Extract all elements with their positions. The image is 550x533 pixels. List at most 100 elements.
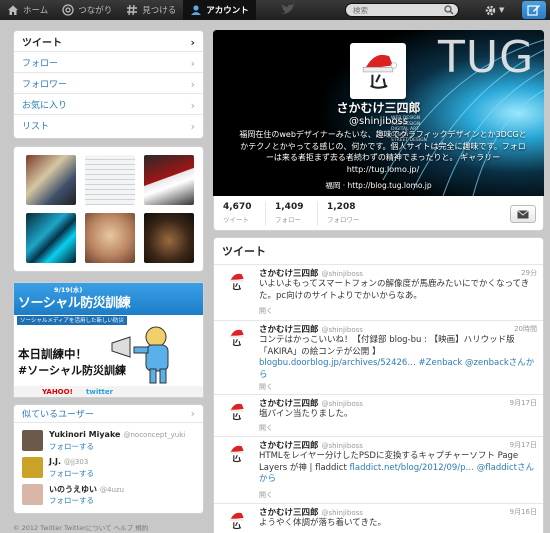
tweet-item[interactable]: さかむけ三四郎 @shinjiboss 9月17日 塩パイン当たりました。 開く xyxy=(214,396,543,437)
divider xyxy=(265,202,266,226)
direct-message-button[interactable] xyxy=(510,205,536,223)
avatar[interactable] xyxy=(224,399,249,424)
home-icon xyxy=(8,5,18,15)
tweet-timestamp[interactable]: 9月16日 xyxy=(510,507,537,517)
tweet-expand-link[interactable]: 開く xyxy=(259,382,273,392)
avatar[interactable] xyxy=(22,430,43,451)
sidebar-item-lists[interactable]: リスト › xyxy=(14,115,203,136)
suggested-user-handle: @jj303 xyxy=(64,458,89,466)
settings-menu[interactable]: ▼ xyxy=(484,2,506,18)
nav-home[interactable]: ホーム xyxy=(0,0,55,20)
photo-thumbnail[interactable] xyxy=(85,155,135,205)
promo-headline: 本日訓練中！ xyxy=(18,347,87,361)
tweet-author-name[interactable]: さかむけ三四郎 xyxy=(259,441,319,451)
tweet-author-name[interactable]: さかむけ三四郎 xyxy=(259,508,319,518)
similar-users-panel: 似ているユーザー › Yukinori Miyake @noconcept_yuki… xyxy=(13,404,204,514)
tweet-author-handle: @shinjiboss xyxy=(321,509,363,517)
photo-thumbnail[interactable] xyxy=(26,155,76,205)
suggested-user-name[interactable]: いのうえゆい xyxy=(49,485,97,494)
stat-tweets[interactable]: 4,670 ツイート xyxy=(223,202,251,224)
envelope-icon xyxy=(517,209,529,218)
avatar[interactable] xyxy=(22,457,43,478)
avatar[interactable] xyxy=(224,325,249,350)
promo-sponsor-strip: YAHOO! twitter xyxy=(14,386,203,397)
twitter-bird-icon[interactable] xyxy=(280,4,296,16)
top-navigation-bar: ホーム つながり 見つける アカウント xyxy=(0,0,550,20)
tweet-link[interactable]: blogbu.doorblog.jp/archives/52426… xyxy=(259,358,416,368)
stat-label: ツイート xyxy=(223,216,249,224)
profile-bio: 福岡在住のwebデザイナーみたいな、趣味でグラフィックデザインとか3DCGとかテ… xyxy=(239,130,527,174)
tweet-expand-link[interactable]: 開く xyxy=(259,423,273,433)
photo-thumbnail[interactable] xyxy=(144,155,194,205)
tweet-timestamp[interactable]: 29分 xyxy=(521,268,537,278)
promo-title: ソーシャル防災訓練 xyxy=(18,296,131,311)
tweet-link[interactable]: fladdict.net/blog/2012/09/p… xyxy=(350,463,475,473)
tweet-item[interactable]: さかむけ三四郎 @shinjiboss 20時間 コンテはかっこいいね！【付録部 … xyxy=(214,322,543,395)
follow-link[interactable]: フォローする xyxy=(49,495,94,506)
pencil-icon xyxy=(527,5,540,16)
sidebar-item-followers[interactable]: フォロワー › xyxy=(14,73,203,94)
search-box[interactable] xyxy=(345,3,459,17)
sidebar-item-label: ツイート xyxy=(22,37,62,49)
photo-thumbnail[interactable] xyxy=(26,213,76,263)
sidebar-item-following[interactable]: フォロー › xyxy=(14,52,203,73)
photo-thumbnail[interactable] xyxy=(85,213,135,263)
profile-location-url[interactable]: 福岡 · http://blog.tug.lomo.jp xyxy=(213,180,544,191)
stat-following[interactable]: 1,409 フォロー xyxy=(275,202,303,224)
tweet-author-name[interactable]: さかむけ三四郎 xyxy=(259,399,319,409)
promo-hashtag: #ソーシャル防災訓練 xyxy=(18,364,126,377)
tweet-text: コンテはかっこいいね！【付録部 blog-bu : 【映画】ハリウッド版「AKI… xyxy=(259,335,515,357)
chevron-right-icon: › xyxy=(190,120,195,133)
tweet-author-name[interactable]: さかむけ三四郎 xyxy=(259,269,319,279)
tweet-timestamp[interactable]: 9月17日 xyxy=(510,398,537,408)
sidebar-item-label: フォロー xyxy=(22,58,59,69)
sidebar-item-tweets[interactable]: ツイート › xyxy=(14,31,203,52)
person-icon xyxy=(191,5,202,15)
nav-discover-label: 見つける xyxy=(142,6,177,16)
follow-link[interactable]: フォローする xyxy=(49,441,94,452)
tweet-item[interactable]: さかむけ三四郎 @shinjiboss 29分 いよいよもってスマートフォンの解像… xyxy=(214,266,543,321)
tweet-author-name[interactable]: さかむけ三四郎 xyxy=(259,325,319,335)
tweet-timestamp[interactable]: 9月17日 xyxy=(510,440,537,450)
suggested-user: Yukinori Miyake @noconcept_yuki フォローする xyxy=(22,429,202,453)
search-input[interactable] xyxy=(346,4,442,16)
recent-images-grid xyxy=(13,146,204,272)
avatar[interactable] xyxy=(224,441,249,466)
suggested-user-name[interactable]: Yukinori Miyake xyxy=(49,430,120,439)
promo-banner-header: 9/19(水) ソーシャル防災訓練 xyxy=(14,283,203,315)
similar-users-heading[interactable]: 似ているユーザー › xyxy=(14,405,203,423)
avatar[interactable] xyxy=(22,484,43,505)
compose-tweet-button[interactable] xyxy=(522,1,546,19)
profile-nav-menu: ツイート › フォロー › フォロワー › お気に入り › リスト › xyxy=(13,30,204,139)
tweet-expand-link[interactable]: 開く xyxy=(259,306,273,316)
tweet-text: いよいよもってスマートフォンの解像度が馬鹿みたいにでかくなってきた。pc向けのサ… xyxy=(259,279,530,301)
suggested-user-name[interactable]: J.J. xyxy=(49,457,61,466)
sidebar-item-favorites[interactable]: お気に入り › xyxy=(14,94,203,115)
stat-label: フォロー xyxy=(275,216,301,224)
chevron-right-icon: › xyxy=(190,99,195,112)
avatar[interactable] xyxy=(224,508,249,533)
tweet-item[interactable]: さかむけ三四郎 @shinjiboss 9月17日 HTMLをレイヤー分けしたPS… xyxy=(214,438,543,504)
tweet-author-handle: @shinjiboss xyxy=(321,270,363,278)
nav-discover[interactable]: 見つける xyxy=(119,0,183,20)
stat-followers[interactable]: 1,208 フォロワー xyxy=(327,202,360,224)
tweet-expand-link[interactable]: 開く xyxy=(259,490,273,500)
suggested-user-handle: @4uzu xyxy=(100,486,125,494)
tweet-author-handle: @shinjiboss xyxy=(321,442,363,450)
photo-thumbnail[interactable] xyxy=(144,213,194,263)
footer-copyright: © 2012 Twitter Twitterについて ヘルプ 規約 xyxy=(13,524,149,532)
promo-banner[interactable]: 9/19(水) ソーシャル防災訓練 ソーシャルメディアを活用した新しい防災訓練 … xyxy=(13,282,204,398)
chevron-right-icon: › xyxy=(190,407,195,420)
similar-users-title: 似ているユーザー xyxy=(22,410,94,420)
nav-connect-label: つながり xyxy=(78,6,113,16)
avatar[interactable] xyxy=(224,269,249,294)
follow-link[interactable]: フォローする xyxy=(49,468,94,479)
tweet-timestamp[interactable]: 20時間 xyxy=(514,324,537,334)
chevron-right-icon: › xyxy=(190,36,195,49)
nav-connect[interactable]: つながり xyxy=(55,0,119,20)
profile-avatar[interactable] xyxy=(350,43,406,99)
nav-home-label: ホーム xyxy=(23,6,49,16)
search-icon[interactable] xyxy=(444,5,454,15)
tweet-item[interactable]: さかむけ三四郎 @shinjiboss 9月16日 ようやく体調が落ち着いてきた。 xyxy=(214,505,543,533)
nav-account[interactable]: アカウント xyxy=(183,0,256,20)
